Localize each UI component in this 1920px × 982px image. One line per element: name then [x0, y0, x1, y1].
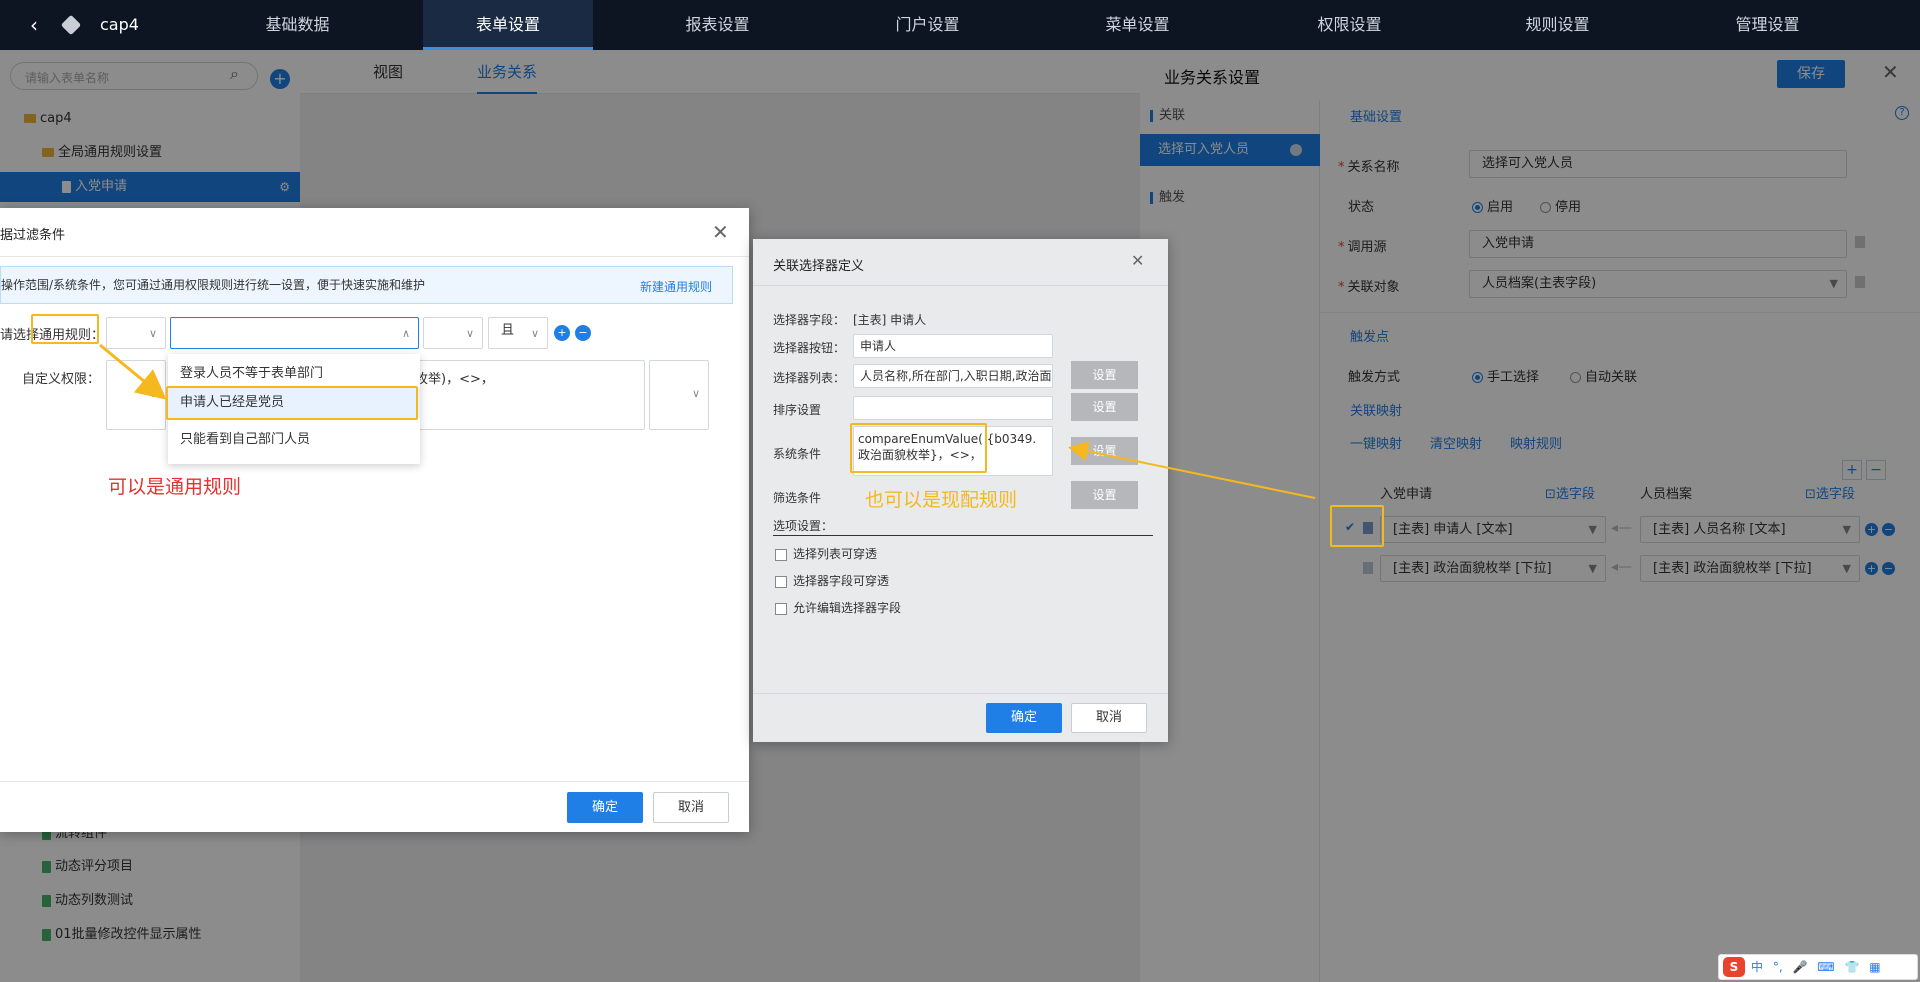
annotation-arrows	[99, 343, 1316, 499]
ime-logo-icon: S	[1723, 957, 1745, 977]
apps-icon: ▦	[1869, 960, 1881, 974]
arrow-to-dropdown	[99, 343, 167, 400]
ime-toolbar[interactable]: S 中 °, 🎤 ⌨ 👕 ▦	[1718, 954, 1918, 980]
keyboard-icon: ⌨	[1817, 960, 1835, 974]
arrow-to-system-condition	[1068, 441, 1316, 499]
punctuation-icon: °,	[1772, 960, 1783, 974]
mic-icon: 🎤	[1792, 960, 1808, 974]
skin-icon: 👕	[1844, 960, 1860, 974]
